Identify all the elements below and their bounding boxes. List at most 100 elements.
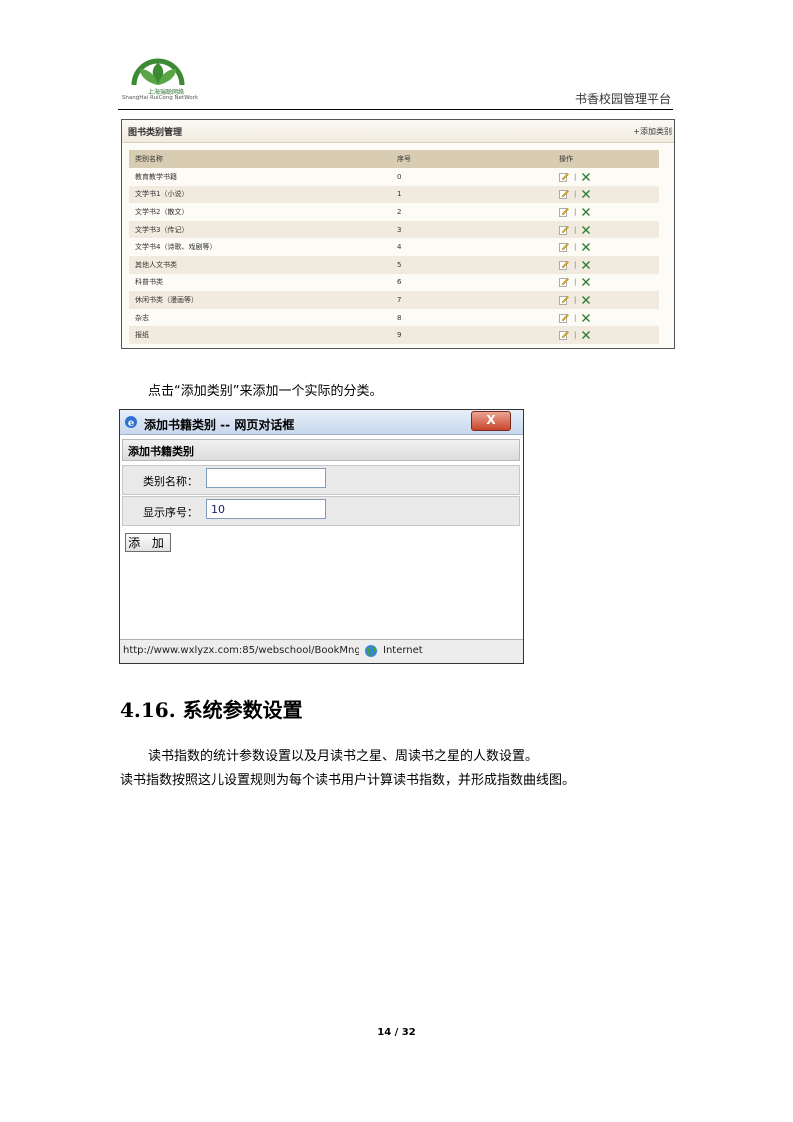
status-zone: Internet <box>383 645 423 656</box>
form-row-name: 类别名称： <box>122 465 520 495</box>
edit-icon[interactable] <box>559 225 569 235</box>
category-order-cell: 7 <box>391 291 553 309</box>
category-order-cell: 0 <box>397 172 402 181</box>
category-name-cell: 教育教学书籍 <box>135 172 177 181</box>
actions-cell: | <box>553 168 659 186</box>
status-bar: http://www.wxlyzx.com:85/webschool/BookM… <box>120 639 523 663</box>
header-title: 书香校园管理平台 <box>574 92 671 106</box>
actions-cell: | <box>553 309 659 327</box>
column-header-name: 类别名称 <box>129 150 391 168</box>
page-number: 14 / 32 <box>377 1027 416 1038</box>
category-name-cell: 杂志 <box>135 313 149 322</box>
section-heading: 4.16. 系统参数设置 <box>120 698 303 722</box>
edit-icon[interactable] <box>559 313 569 323</box>
section-paragraph-1: 读书指数的统计参数设置以及月读书之星、周读书之星的人数设置。 <box>148 749 539 764</box>
category-table: 类别名称 序号 操作 教育教学书籍 0 | 文学书1（小说） 1 | 文学书2（散文） 2 | 文… <box>129 150 659 344</box>
delete-icon[interactable] <box>581 207 591 217</box>
action-separator: | <box>574 278 577 287</box>
edit-icon[interactable] <box>559 189 569 200</box>
category-panel: 图书类别管理 +添加类别 类别名称 序号 操作 教育教学书籍 0 | 文学书1（小说）… <box>121 119 675 349</box>
action-separator: | <box>574 225 577 234</box>
table-row: 文学书3（传记） 3 | <box>129 220 659 239</box>
edit-icon[interactable] <box>559 242 569 253</box>
actions-cell: | <box>553 291 659 309</box>
delete-icon[interactable] <box>581 260 591 270</box>
action-separator: | <box>574 207 577 216</box>
add-category-dialog: e 添加书籍类别 -- 网页对话框 X 添加书籍类别 类别名称： 显示序号： 添… <box>119 409 524 664</box>
column-header-actions: 操作 <box>553 150 659 168</box>
add-button[interactable]: 添 加 <box>125 533 171 552</box>
header-divider <box>118 109 673 110</box>
category-name-cell: 文学书3（传记） <box>129 220 391 239</box>
logo-en-text: ShangHai RuiCong NetWork <box>121 95 199 101</box>
category-order-cell: 6 <box>397 278 402 287</box>
display-order-input[interactable] <box>206 499 326 519</box>
table-header-row: 类别名称 序号 操作 <box>129 150 659 168</box>
edit-icon[interactable] <box>559 330 569 341</box>
delete-icon[interactable] <box>581 172 591 182</box>
action-separator: | <box>574 331 577 340</box>
category-name-cell: 报纸 <box>129 326 391 344</box>
add-category-link[interactable]: +添加类别 <box>633 126 672 137</box>
category-order-cell: 2 <box>397 207 402 216</box>
delete-icon[interactable] <box>581 277 591 287</box>
category-name-cell: 文学书1（小说） <box>129 185 391 204</box>
category-panel-title: 图书类别管理 <box>128 128 183 138</box>
table-row: 休闲书类（漫画等） 7 | <box>129 291 659 309</box>
actions-cell: | <box>553 185 659 204</box>
dialog-body: 添加书籍类别 类别名称： 显示序号： 添 加 <box>121 435 521 637</box>
delete-icon[interactable] <box>581 313 591 323</box>
close-button[interactable]: X <box>471 411 511 431</box>
action-separator: | <box>574 243 577 252</box>
dialog-titlebar: e 添加书籍类别 -- 网页对话框 X <box>120 410 523 435</box>
globe-icon <box>365 645 377 657</box>
form-title: 添加书籍类别 <box>128 445 194 458</box>
delete-icon[interactable] <box>581 295 591 305</box>
edit-icon[interactable] <box>559 172 569 182</box>
delete-icon[interactable] <box>581 189 591 199</box>
form-row-order: 显示序号： <box>122 496 520 526</box>
category-order-cell: 9 <box>391 326 553 344</box>
edit-icon[interactable] <box>559 207 569 217</box>
category-panel-titlebar: 图书类别管理 +添加类别 <box>122 120 674 143</box>
intro-paragraph: 点击“添加类别”来添加一个实际的分类。 <box>148 384 383 399</box>
category-name-input[interactable] <box>206 468 326 488</box>
delete-icon[interactable] <box>581 242 591 252</box>
category-table-body: 教育教学书籍 0 | 文学书1（小说） 1 | 文学书2（散文） 2 | 文学书3（传记） 3 | 文学… <box>129 168 659 344</box>
category-name-cell: 其他人文书类 <box>129 255 391 274</box>
category-order-cell: 5 <box>391 255 553 274</box>
display-order-label: 显示序号： <box>143 506 198 519</box>
form-header: 添加书籍类别 <box>122 439 520 461</box>
category-name-cell: 科普书类 <box>135 278 163 287</box>
category-order-cell: 3 <box>391 220 553 239</box>
edit-icon[interactable] <box>559 295 569 305</box>
actions-cell: | <box>553 255 659 274</box>
column-header-order: 序号 <box>391 150 553 168</box>
table-row: 文学书4（诗歌、戏剧等） 4 | <box>129 238 659 256</box>
delete-icon[interactable] <box>581 225 591 235</box>
action-separator: | <box>574 313 577 322</box>
category-order-cell: 1 <box>391 185 553 204</box>
section-paragraph-2: 读书指数按照这儿设置规则为每个读书用户计算读书指数，并形成指数曲线图。 <box>120 773 576 788</box>
actions-cell: | <box>553 238 659 256</box>
dialog-title: 添加书籍类别 -- 网页对话框 <box>144 418 295 432</box>
category-order-cell: 4 <box>397 243 402 252</box>
action-separator: | <box>574 260 577 269</box>
svg-text:e: e <box>128 418 134 429</box>
category-name-cell: 文学书4（诗歌、戏剧等） <box>135 243 217 252</box>
delete-icon[interactable] <box>581 330 591 340</box>
actions-cell: | <box>553 220 659 239</box>
category-name-label: 类别名称： <box>143 475 198 488</box>
edit-icon[interactable] <box>559 277 569 288</box>
table-row: 报纸 9 | <box>129 326 659 344</box>
action-separator: | <box>574 295 577 304</box>
status-url: http://www.wxlyzx.com:85/webschool/BookM… <box>123 645 359 656</box>
edit-icon[interactable] <box>559 260 569 270</box>
action-separator: | <box>574 190 577 199</box>
category-order-cell: 8 <box>397 313 402 322</box>
actions-cell: | <box>553 326 659 344</box>
table-row: 杂志 8 | <box>129 309 659 327</box>
table-row: 文学书1（小说） 1 | <box>129 185 659 204</box>
actions-cell: | <box>553 203 659 221</box>
table-row: 其他人文书类 5 | <box>129 255 659 274</box>
